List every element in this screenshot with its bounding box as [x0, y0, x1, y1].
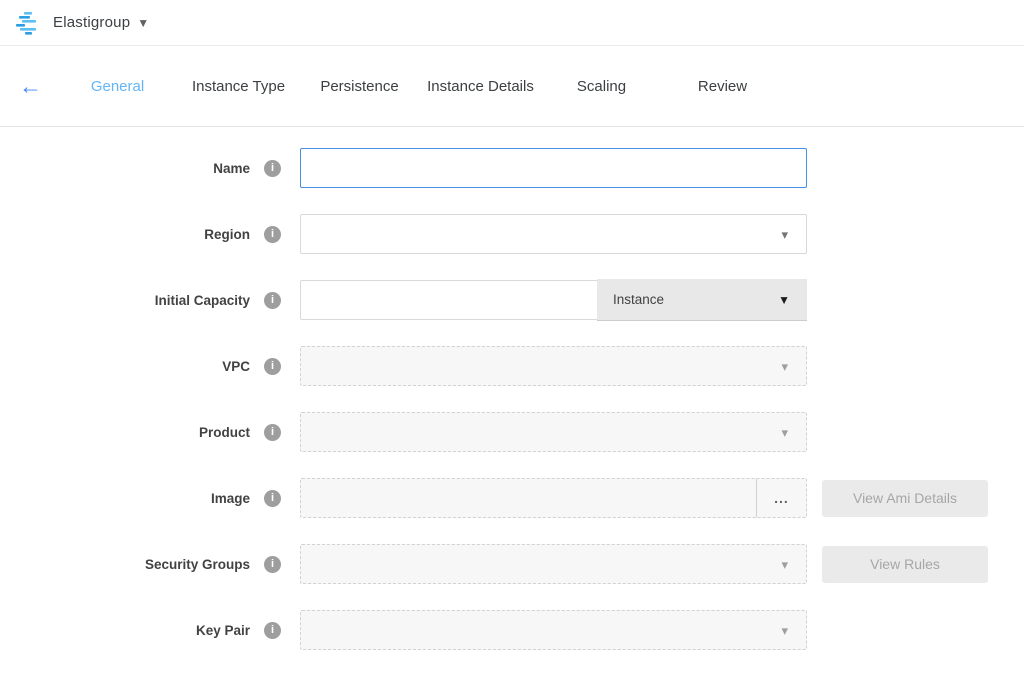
product-label: Product — [0, 425, 250, 440]
product-info-icon[interactable]: i — [264, 424, 281, 441]
view-rules-button[interactable]: View Rules — [822, 546, 988, 583]
security-groups-select: ▾ — [300, 544, 807, 584]
image-browse-button[interactable]: ... — [757, 479, 806, 517]
initial-capacity-row: Initial Capacity i Instance ▼ — [0, 280, 1024, 320]
security-groups-info-icon[interactable]: i — [264, 556, 281, 573]
tab-instance-type[interactable]: Instance Type — [178, 78, 299, 95]
initial-capacity-info-icon[interactable]: i — [264, 292, 281, 309]
region-select[interactable]: ▾ — [300, 214, 807, 254]
wizard-tab-bar: ← General Instance Type Persistence Inst… — [0, 46, 1024, 127]
name-label: Name — [0, 161, 250, 176]
image-info-icon[interactable]: i — [264, 490, 281, 507]
key-pair-select: ▾ — [300, 610, 807, 650]
capacity-unit-value: Instance — [613, 292, 664, 307]
product-row: Product i ▾ — [0, 412, 1024, 452]
tab-review[interactable]: Review — [662, 78, 783, 95]
security-groups-label: Security Groups — [0, 557, 250, 572]
chevron-down-icon: ▾ — [781, 360, 788, 373]
vpc-info-icon[interactable]: i — [264, 358, 281, 375]
region-info-icon[interactable]: i — [264, 226, 281, 243]
region-row: Region i ▾ — [0, 214, 1024, 254]
chevron-down-icon: ▼ — [778, 294, 790, 306]
vpc-label: VPC — [0, 359, 250, 374]
name-row: Name i — [0, 148, 1024, 188]
name-input[interactable] — [300, 148, 807, 188]
elastigroup-logo-icon — [15, 11, 41, 35]
region-label: Region — [0, 227, 250, 242]
back-arrow-icon[interactable]: ← — [19, 75, 42, 98]
key-pair-row: Key Pair i ▾ — [0, 610, 1024, 650]
view-ami-details-button[interactable]: View Ami Details — [822, 480, 988, 517]
security-groups-row: Security Groups i ▾ View Rules — [0, 544, 1024, 584]
chevron-down-icon: ▾ — [781, 558, 788, 571]
key-pair-label: Key Pair — [0, 623, 250, 638]
tab-scaling[interactable]: Scaling — [541, 78, 662, 95]
app-switcher-caret-icon[interactable]: ▼ — [137, 16, 149, 30]
tab-general[interactable]: General — [57, 78, 178, 95]
image-label: Image — [0, 491, 250, 506]
product-select: ▾ — [300, 412, 807, 452]
chevron-down-icon: ▾ — [781, 624, 788, 637]
tab-persistence[interactable]: Persistence — [299, 78, 420, 95]
vpc-row: VPC i ▾ — [0, 346, 1024, 386]
image-row: Image i ... View Ami Details — [0, 478, 1024, 518]
vpc-select: ▾ — [300, 346, 807, 386]
app-header: Elastigroup ▼ — [0, 0, 1024, 46]
initial-capacity-label: Initial Capacity — [0, 293, 250, 308]
chevron-down-icon: ▾ — [781, 426, 788, 439]
image-value — [301, 479, 756, 517]
app-title[interactable]: Elastigroup — [53, 14, 130, 31]
general-settings-form: Name i Region i ▾ Initial Capacity i Ins… — [0, 127, 1024, 650]
initial-capacity-input[interactable] — [300, 280, 597, 320]
tab-instance-details[interactable]: Instance Details — [420, 78, 541, 95]
wizard-tabs: General Instance Type Persistence Instan… — [57, 78, 783, 95]
capacity-unit-select[interactable]: Instance ▼ — [597, 279, 807, 321]
image-picker: ... — [300, 478, 807, 518]
name-info-icon[interactable]: i — [264, 160, 281, 177]
chevron-down-icon: ▾ — [781, 228, 788, 241]
key-pair-info-icon[interactable]: i — [264, 622, 281, 639]
